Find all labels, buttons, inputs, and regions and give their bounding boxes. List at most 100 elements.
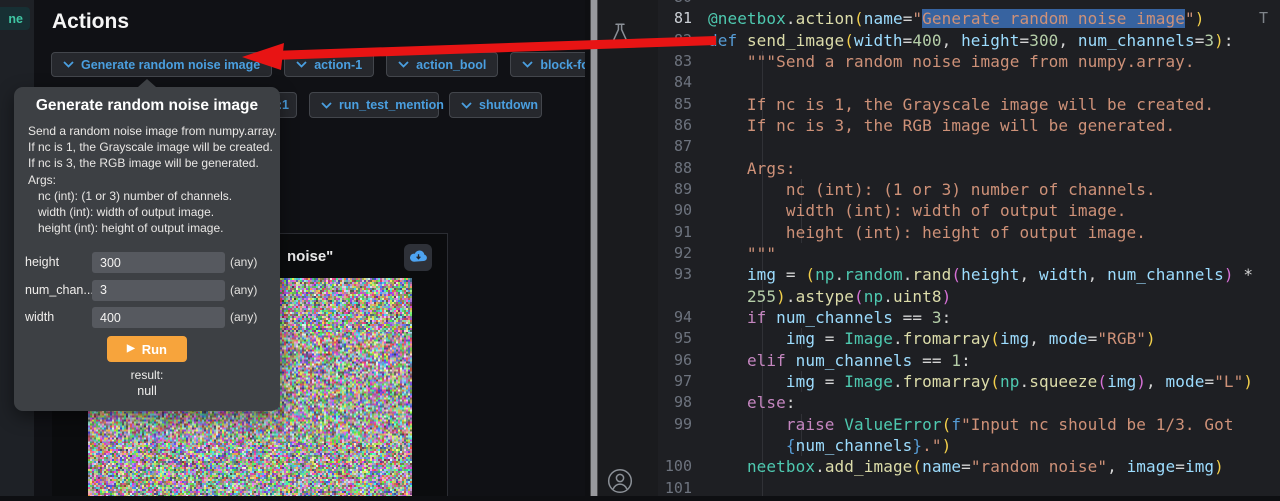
code-text: height (int): height of output image. — [708, 222, 1146, 243]
field-type-hint: (any) — [230, 310, 257, 324]
code-line: 91 height (int): height of output image. — [658, 222, 1280, 243]
line-number: 83 — [658, 51, 698, 72]
code-line: 88 Args: — [658, 158, 1280, 179]
code-text: Args: — [708, 158, 796, 179]
code-line: 86 If nc is 3, the RGB image will be gen… — [658, 115, 1280, 136]
code-line: 93 img = (np.random.rand(height, width, … — [658, 264, 1280, 285]
code-text: neetbox.add_image(name="random noise", i… — [708, 456, 1224, 477]
action-button-label: shutdown — [479, 98, 538, 112]
field-label: width — [25, 310, 54, 324]
run-button-label: Run — [142, 342, 167, 357]
result-label: result: — [14, 368, 280, 382]
field-row-num-chan-: num_chan...(any) — [14, 280, 280, 301]
line-number: 100 — [658, 456, 698, 477]
code-text: if num_channels == 3: — [708, 307, 951, 328]
field-row-height: height (any) — [14, 252, 280, 273]
field-input-width[interactable] — [92, 307, 225, 328]
action-button-label: Generate random noise image — [81, 58, 260, 72]
line-number: 82 — [658, 30, 698, 51]
line-number: 86 — [658, 115, 698, 136]
action-button-label: block-for-sec — [540, 58, 585, 72]
code-line: 89 nc (int): (1 or 3) number of channels… — [658, 179, 1280, 200]
line-number: 94 — [658, 307, 698, 328]
actions-row1: Generate random noise image action-1 actio… — [51, 52, 585, 77]
line-number: 85 — [658, 94, 698, 115]
tooltip-description-line: nc (int): (1 or 3) number of channels. — [28, 188, 277, 204]
line-number: 96 — [658, 350, 698, 371]
image-card-title: noise" — [287, 248, 333, 265]
code-line: 87 — [658, 136, 1280, 157]
action-button-shutdown[interactable]: shutdown — [449, 92, 542, 118]
code-line: 100 neetbox.add_image(name="random noise… — [658, 456, 1280, 477]
editor-code-area[interactable]: 8081@neetbox.action(name="Generate rando… — [658, 0, 1280, 496]
tooltip-description-line: If nc is 3, the RGB image will be genera… — [28, 155, 277, 171]
code-line: 80 — [658, 0, 1280, 8]
line-number: 87 — [658, 136, 698, 157]
tooltip-description-line: Send a random noise image from numpy.arr… — [28, 123, 277, 139]
result-value: null — [14, 384, 280, 398]
field-label: height — [25, 255, 59, 269]
action-tooltip: Generate random noise image Send a rando… — [14, 87, 280, 411]
editor-side-strip — [598, 0, 658, 496]
code-line: 83 """Send a random noise image from num… — [658, 51, 1280, 72]
code-line: 95 img = Image.fromarray(img, mode="RGB"… — [658, 328, 1280, 349]
beaker-icon[interactable] — [608, 22, 632, 53]
tooltip-description-line: height (int): height of output image. — [28, 220, 277, 236]
action-button-action-1[interactable]: action-1 — [284, 52, 374, 77]
field-input-height[interactable] — [92, 252, 225, 273]
chevron-down-icon — [321, 102, 332, 109]
code-text: {num_channels}.") — [708, 435, 951, 456]
tooltip-description-line: Args: — [28, 172, 277, 188]
action-button-block-for-sec[interactable]: block-for-sec — [510, 52, 585, 77]
code-text: nc (int): (1 or 3) number of channels. — [708, 179, 1156, 200]
field-row-width: width (any) — [14, 307, 280, 328]
page-scrollbar[interactable] — [590, 0, 598, 496]
action-button-label: action_bool — [416, 58, 486, 72]
code-text: def send_image(width=400, height=300, nu… — [708, 30, 1234, 51]
field-type-hint: (any) — [230, 255, 257, 269]
chevron-down-icon — [461, 102, 472, 109]
actions-section-title: Actions — [52, 10, 129, 34]
code-text: else: — [708, 392, 796, 413]
tooltip-description-line: width (int): width of output image. — [28, 204, 277, 220]
field-label: num_chan... — [25, 283, 94, 297]
code-text: img = Image.fromarray(np.squeeze(img), m… — [708, 371, 1253, 392]
line-number: 90 — [658, 200, 698, 221]
cloud-download-button[interactable] — [404, 244, 432, 271]
run-button[interactable]: ▶ Run — [107, 336, 187, 362]
field-input-num-chan-[interactable] — [92, 280, 225, 301]
action-button-label: action-1 — [314, 58, 362, 72]
tooltip-caret — [138, 79, 156, 87]
line-number: 92 — [658, 243, 698, 264]
code-text: If nc is 1, the Grayscale image will be … — [708, 94, 1214, 115]
code-line: 82 def send_image(width=400, height=300, … — [658, 30, 1280, 51]
action-button-generate-random-noise-image[interactable]: Generate random noise image — [51, 52, 272, 77]
code-line: 255).astype(np.uint8) — [658, 286, 1280, 307]
status-badge: ne — [0, 7, 30, 30]
line-number: 95 — [658, 328, 698, 349]
tooltip-description-line: If nc is 1, the Grayscale image will be … — [28, 139, 277, 155]
line-number: 99 — [658, 414, 698, 435]
code-line: 99 raise ValueError(f"Input nc should be… — [658, 414, 1280, 435]
code-text: raise ValueError(f"Input nc should be 1/… — [708, 414, 1243, 435]
code-text: img = Image.fromarray(img, mode="RGB") — [708, 328, 1156, 349]
code-line: 92 """ — [658, 243, 1280, 264]
code-editor: 8081@neetbox.action(name="Generate rando… — [598, 0, 1280, 496]
cloud-download-icon — [409, 249, 428, 266]
code-line: 98 else: — [658, 392, 1280, 413]
line-number: 80 — [658, 0, 698, 8]
line-number: 91 — [658, 222, 698, 243]
chevron-down-icon — [296, 61, 307, 68]
code-text: 255).astype(np.uint8) — [708, 286, 951, 307]
action-button-label: run_test_mention — [339, 98, 444, 112]
tooltip-title: Generate random noise image — [14, 97, 280, 115]
action-button-action-bool[interactable]: action_bool — [386, 52, 498, 77]
clipped-text: T — [1259, 9, 1268, 27]
tooltip-description: Send a random noise image from numpy.arr… — [28, 123, 277, 236]
code-text: width (int): width of output image. — [708, 200, 1127, 221]
chevron-down-icon — [522, 61, 533, 68]
action-button-run-test-mention[interactable]: run_test_mention — [309, 92, 439, 118]
line-number: 97 — [658, 371, 698, 392]
line-number: 89 — [658, 179, 698, 200]
code-line: 94 if num_channels == 3: — [658, 307, 1280, 328]
